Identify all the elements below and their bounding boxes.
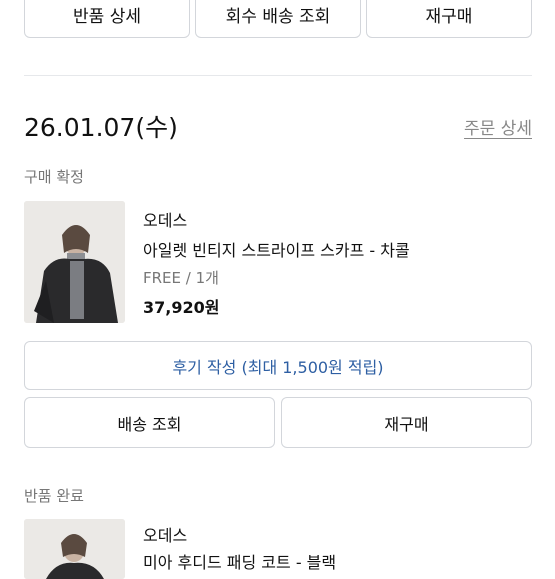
reorder-button[interactable]: 재구매	[281, 397, 532, 448]
item-brand: 오데스	[143, 526, 188, 545]
item-status: 반품 완료	[24, 487, 84, 505]
reorder-top-button[interactable]: 재구매	[366, 0, 532, 38]
product-thumbnail[interactable]	[24, 201, 125, 323]
order-date: 26.01.07(수)	[24, 113, 178, 142]
item-brand: 오데스	[143, 211, 188, 230]
model-photo-icon	[24, 201, 125, 323]
item-name[interactable]: 아일렛 빈티지 스트라이프 스카프 - 차콜	[143, 237, 410, 261]
track-shipping-label: 배송 조회	[117, 414, 182, 434]
item-price: 37,920원	[143, 298, 220, 317]
reorder-label: 재구매	[384, 414, 429, 434]
write-review-label: 후기 작성 (최대 1,500원 적립)	[172, 357, 384, 377]
model-photo-icon	[24, 519, 125, 579]
write-review-button[interactable]: 후기 작성 (최대 1,500원 적립)	[24, 341, 532, 390]
return-tracking-label: 회수 배송 조회	[225, 6, 331, 27]
product-thumbnail[interactable]	[24, 519, 125, 579]
reorder-top-label: 재구매	[425, 6, 473, 27]
section-divider	[24, 75, 532, 76]
track-shipping-button[interactable]: 배송 조회	[24, 397, 275, 448]
return-detail-button[interactable]: 반품 상세	[24, 0, 190, 38]
return-detail-label: 반품 상세	[73, 6, 141, 27]
order-detail-link[interactable]: 주문 상세	[464, 114, 532, 139]
return-tracking-button[interactable]: 회수 배송 조회	[195, 0, 361, 38]
item-option: FREE / 1개	[143, 269, 219, 287]
item-status: 구매 확정	[24, 168, 84, 186]
item-name[interactable]: 미아 후디드 패딩 코트 - 블랙	[143, 549, 336, 573]
